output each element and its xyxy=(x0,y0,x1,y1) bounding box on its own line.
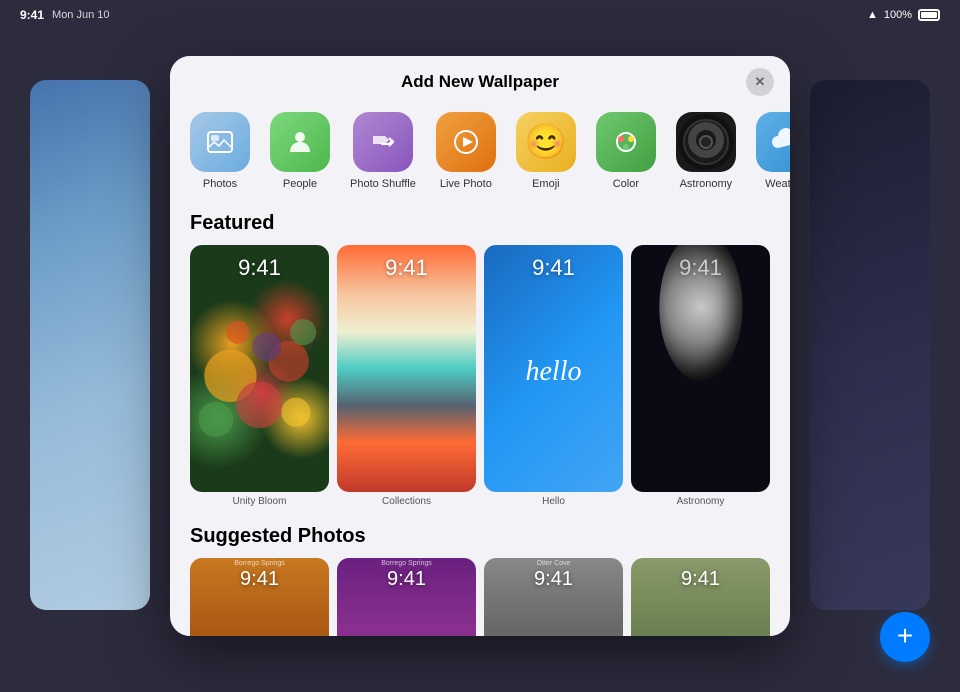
battery-icon xyxy=(918,9,940,21)
category-live-photo[interactable]: Live Photo xyxy=(426,108,506,194)
astronomy-thumbnail[interactable]: 9:41 xyxy=(631,245,770,492)
weather-icon xyxy=(756,112,790,172)
astronomy-label-below: Astronomy xyxy=(631,496,770,507)
modal-title: Add New Wallpaper xyxy=(401,72,559,92)
collections-thumbnail[interactable]: 9:41 xyxy=(337,245,476,492)
suggested-photos-title: Suggested Photos xyxy=(190,525,770,548)
ipad-background: 9:41 Mon Jun 10 ▲ 100% + Add New Wallpap… xyxy=(0,0,960,692)
wallpaper-preview-right xyxy=(810,80,930,610)
modal-header: Add New Wallpaper ✕ xyxy=(170,56,790,92)
color-icon xyxy=(596,112,656,172)
featured-title: Featured xyxy=(190,212,770,235)
category-people[interactable]: People xyxy=(260,108,340,194)
suggested-photo-2[interactable]: Borrego Springs 9:41 xyxy=(337,558,476,636)
photos-label: Photos xyxy=(203,178,237,190)
live-photo-icon xyxy=(436,112,496,172)
category-weather[interactable]: Weather xyxy=(746,108,790,194)
close-button[interactable]: ✕ xyxy=(746,68,774,96)
photos-icon xyxy=(190,112,250,172)
live-photo-label: Live Photo xyxy=(440,178,492,190)
suggested-photo-1[interactable]: Borrego Springs 9:41 xyxy=(190,558,329,636)
status-bar: 9:41 Mon Jun 10 ▲ 100% xyxy=(0,8,960,22)
category-photos[interactable]: Photos xyxy=(180,108,260,194)
photo-shuffle-icon xyxy=(353,112,413,172)
hello-text: hello xyxy=(484,356,623,388)
fab-plus-icon: + xyxy=(897,622,913,650)
hello-thumbnail[interactable]: 9:41 hello xyxy=(484,245,623,492)
categories-row: Photos People Photo Shuffle Live Photo xyxy=(170,92,790,194)
color-label: Color xyxy=(613,178,639,190)
suggested-photo-3[interactable]: Otter Cove 9:41 xyxy=(484,558,623,636)
hello-label: Hello xyxy=(484,496,623,507)
featured-item-astronomy[interactable]: 9:41 Astronomy xyxy=(631,245,770,507)
featured-grid: 9:41 xyxy=(190,245,770,507)
featured-item-hello[interactable]: 9:41 hello Hello xyxy=(484,245,623,507)
people-label: People xyxy=(283,178,317,190)
suggested-photos-grid: Borrego Springs 9:41 Borrego Springs 9:4… xyxy=(190,558,770,636)
add-wallpaper-fab[interactable]: + xyxy=(880,612,930,662)
status-icons: ▲ 100% xyxy=(867,9,940,21)
unity-bloom-thumbnail[interactable]: 9:41 xyxy=(190,245,329,492)
suggested-photos-section: Suggested Photos Borrego Springs 9:41 Bo… xyxy=(190,525,770,636)
category-color[interactable]: Color xyxy=(586,108,666,194)
unity-bloom-label: Unity Bloom xyxy=(190,496,329,507)
people-icon xyxy=(270,112,330,172)
photo-shuffle-label: Photo Shuffle xyxy=(350,178,416,190)
suggested-photo-4[interactable]: 9:41 xyxy=(631,558,770,636)
astronomy-time: 9:41 xyxy=(631,255,770,281)
emoji-label: Emoji xyxy=(532,178,560,190)
wallpaper-preview-left xyxy=(30,80,150,610)
astronomy-icon xyxy=(676,112,736,172)
add-wallpaper-modal: Add New Wallpaper ✕ Photos People xyxy=(170,56,790,636)
status-time: 9:41 xyxy=(20,8,44,22)
category-emoji[interactable]: 😊 Emoji xyxy=(506,108,586,194)
astronomy-label: Astronomy xyxy=(680,178,733,190)
modal-scroll-content: Featured 9:41 xyxy=(170,194,790,636)
category-photo-shuffle[interactable]: Photo Shuffle xyxy=(340,108,426,194)
battery-text: 100% xyxy=(884,9,912,21)
hello-time: 9:41 xyxy=(484,255,623,281)
featured-item-unity-bloom[interactable]: 9:41 xyxy=(190,245,329,507)
emoji-icon: 😊 xyxy=(516,112,576,172)
featured-section: Featured 9:41 xyxy=(190,212,770,507)
wifi-icon: ▲ xyxy=(867,9,878,21)
category-astronomy[interactable]: Astronomy xyxy=(666,108,746,194)
weather-label: Weather xyxy=(765,178,790,190)
collections-time: 9:41 xyxy=(337,255,476,281)
featured-item-collections[interactable]: 9:41 Collections xyxy=(337,245,476,507)
collections-label: Collections xyxy=(337,496,476,507)
status-date: Mon Jun 10 xyxy=(52,9,109,21)
